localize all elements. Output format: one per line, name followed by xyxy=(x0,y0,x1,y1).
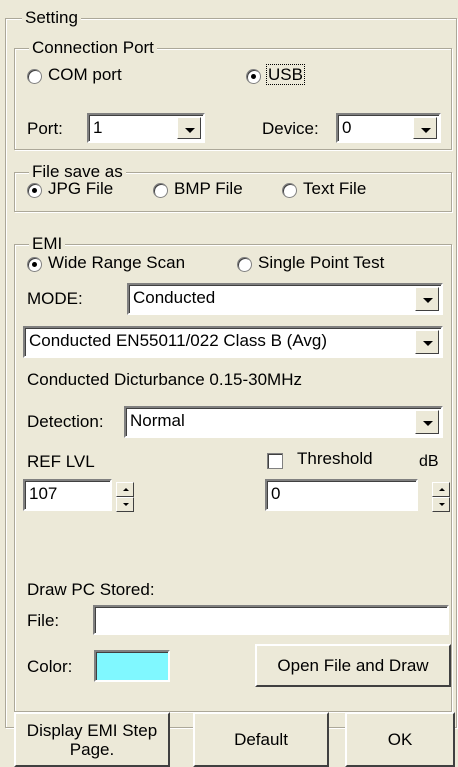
ok-button[interactable]: OK xyxy=(345,712,455,767)
threshold-checkbox[interactable] xyxy=(267,453,283,469)
emi-title: EMI xyxy=(29,235,66,253)
color-swatch[interactable] xyxy=(94,650,170,682)
ref-lvl-spinner[interactable] xyxy=(116,482,134,512)
draw-pc-stored-label: Draw PC Stored: xyxy=(27,580,155,599)
connection-port-title: Connection Port xyxy=(29,39,157,57)
text-file-label[interactable]: Text File xyxy=(303,179,366,199)
standard-value: Conducted EN55011/022 Class B (Avg) xyxy=(29,331,327,350)
bmp-file-label[interactable]: BMP File xyxy=(174,179,243,199)
color-label: Color: xyxy=(27,657,73,676)
threshold-unit: dB xyxy=(419,453,439,470)
device-dropdown[interactable]: 0 xyxy=(336,113,441,143)
threshold-spinner[interactable] xyxy=(432,482,450,512)
mode-label: MODE: xyxy=(27,289,83,308)
device-value: 0 xyxy=(342,118,352,137)
com-port-radio[interactable] xyxy=(27,69,42,84)
chevron-down-icon[interactable] xyxy=(177,117,201,139)
emi-description: Conducted Dicturbance 0.15-30MHz xyxy=(27,370,302,389)
standard-dropdown[interactable]: Conducted EN55011/022 Class B (Avg) xyxy=(23,326,443,358)
jpg-file-radio[interactable] xyxy=(27,183,42,198)
setting-group-title: Setting xyxy=(22,9,81,27)
file-input[interactable] xyxy=(93,605,449,635)
file-label: File: xyxy=(27,611,60,630)
threshold-input[interactable]: 0 xyxy=(265,479,418,511)
ref-lvl-input[interactable]: 107 xyxy=(23,479,112,511)
spin-down-icon[interactable] xyxy=(116,497,134,512)
bmp-file-radio[interactable] xyxy=(153,183,168,198)
port-dropdown[interactable]: 1 xyxy=(87,113,205,143)
detection-dropdown[interactable]: Normal xyxy=(124,406,443,438)
ref-lvl-label: REF LVL xyxy=(27,452,95,471)
single-point-test-radio[interactable] xyxy=(237,257,252,272)
detection-label: Detection: xyxy=(27,412,104,431)
device-label: Device: xyxy=(262,119,319,138)
wide-range-scan-radio[interactable] xyxy=(27,257,42,272)
spin-down-icon[interactable] xyxy=(432,497,450,512)
threshold-label[interactable]: Threshold xyxy=(297,449,373,469)
chevron-down-icon[interactable] xyxy=(415,287,439,311)
default-button[interactable]: Default xyxy=(193,712,329,767)
port-value: 1 xyxy=(93,118,103,137)
jpg-file-label[interactable]: JPG File xyxy=(48,179,113,199)
mode-value: Conducted xyxy=(133,288,216,307)
usb-radio[interactable] xyxy=(246,69,261,84)
text-file-radio[interactable] xyxy=(282,183,297,198)
port-label: Port: xyxy=(27,119,63,138)
open-file-and-draw-button[interactable]: Open File and Draw xyxy=(255,644,451,687)
single-point-test-label[interactable]: Single Point Test xyxy=(258,253,384,273)
usb-label[interactable]: USB xyxy=(266,64,305,85)
chevron-down-icon[interactable] xyxy=(415,410,439,434)
spin-up-icon[interactable] xyxy=(432,482,450,497)
chevron-down-icon[interactable] xyxy=(415,330,439,354)
mode-dropdown[interactable]: Conducted xyxy=(127,283,443,315)
detection-value: Normal xyxy=(130,411,185,430)
wide-range-scan-label[interactable]: Wide Range Scan xyxy=(48,253,185,273)
com-port-label[interactable]: COM port xyxy=(48,65,122,85)
display-emi-step-page-button[interactable]: Display EMI Step Page. xyxy=(14,712,170,767)
spin-up-icon[interactable] xyxy=(116,482,134,497)
chevron-down-icon[interactable] xyxy=(413,117,437,139)
